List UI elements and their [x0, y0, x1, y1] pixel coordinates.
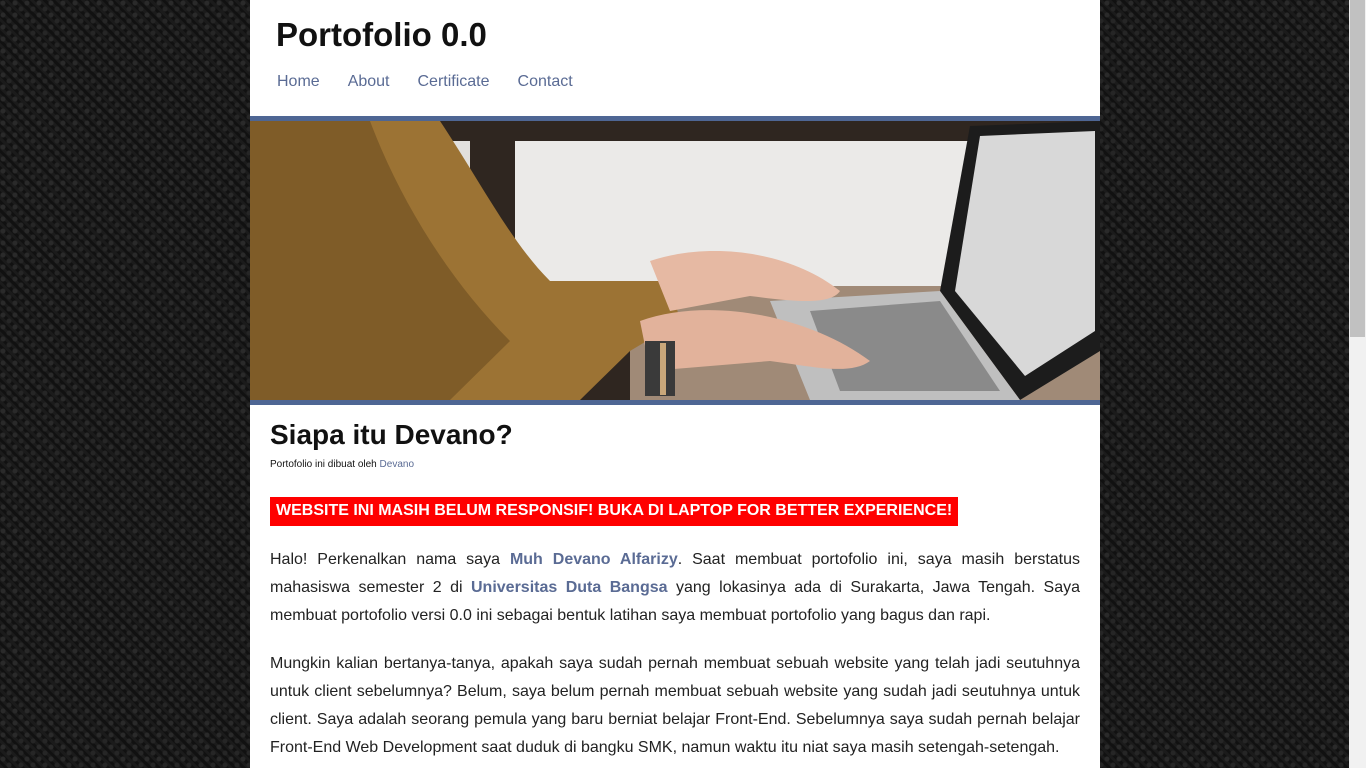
second-paragraph: Mungkin kalian bertanya-tanya, apakah sa… — [270, 654, 1080, 756]
author-name: Muh Devano Alfarizy — [509, 550, 678, 568]
intro-text-1: Halo! Perkenalkan nama saya — [270, 550, 510, 568]
hero-image — [250, 121, 1100, 400]
page-container: Portofolio 0.0 Home About Certificate Co… — [250, 0, 1100, 768]
site-header: Portofolio 0.0 Home About Certificate Co… — [250, 0, 1100, 116]
nav-link-about[interactable]: About — [348, 73, 390, 91]
nav-link-contact[interactable]: Contact — [518, 73, 573, 91]
university-name: Universitas Duta Bangsa — [471, 578, 668, 596]
byline: Portofolio ini dibuat oleh Devano — [270, 459, 1080, 470]
site-title: Portofolio 0.0 — [276, 16, 487, 53]
scrollbar-thumb[interactable] — [1350, 0, 1365, 337]
vertical-scrollbar[interactable] — [1349, 0, 1366, 768]
author-link[interactable]: Devano — [380, 459, 414, 470]
responsive-warning-banner: WEBSITE INI MASIH BELUM RESPONSIF! BUKA … — [270, 496, 959, 526]
nav-link-home[interactable]: Home — [277, 73, 320, 91]
nav-link-certificate[interactable]: Certificate — [418, 73, 490, 91]
intro-paragraph: Halo! Perkenalkan nama saya Muh Devano A… — [270, 546, 1080, 630]
main-nav: Home About Certificate Contact — [277, 73, 601, 91]
hero-banner — [250, 116, 1100, 405]
page-title: Siapa itu Devano? — [270, 419, 513, 450]
byline-text: Portofolio ini dibuat oleh — [270, 458, 377, 470]
main-content: Siapa itu Devano? Portofolio ini dibuat … — [270, 419, 1080, 762]
